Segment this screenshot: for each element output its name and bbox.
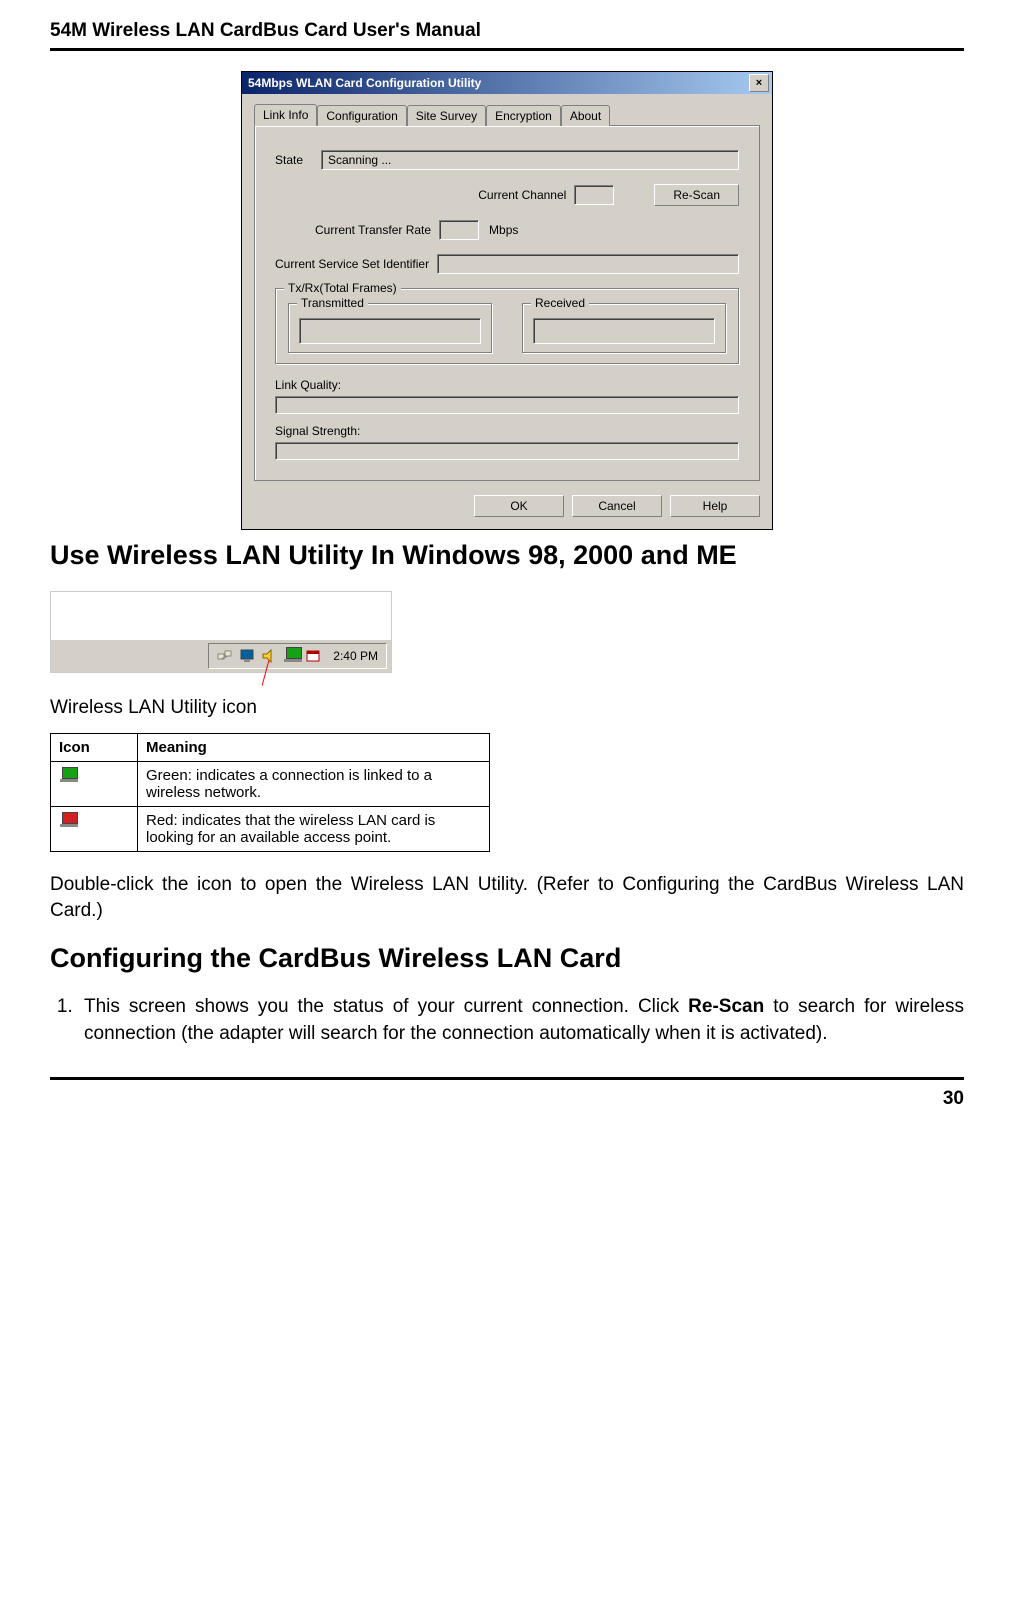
tab-strip: Link Info Configuration Site Survey Encr… xyxy=(254,104,760,126)
signal-strength-label: Signal Strength: xyxy=(275,424,739,438)
transmitted-legend: Transmitted xyxy=(297,296,368,310)
paragraph-doubleclick: Double-click the icon to open the Wirele… xyxy=(50,872,964,923)
table-row: Red: indicates that the wireless LAN car… xyxy=(51,807,490,852)
tab-configuration[interactable]: Configuration xyxy=(317,105,406,126)
table-row: Green: indicates a connection is linked … xyxy=(51,762,490,807)
icon-meaning-table: Icon Meaning Green: indicates a connecti… xyxy=(50,733,490,852)
systray-screenshot: 2:40 PM xyxy=(50,591,392,673)
txrx-group: Tx/Rx(Total Frames) Transmitted Received xyxy=(275,288,739,364)
config-utility-dialog: 54Mbps WLAN Card Configuration Utility ×… xyxy=(241,71,773,530)
txrx-legend: Tx/Rx(Total Frames) xyxy=(284,281,401,295)
section-heading-configuring: Configuring the CardBus Wireless LAN Car… xyxy=(50,943,964,974)
help-button[interactable]: Help xyxy=(670,495,760,517)
tab-encryption[interactable]: Encryption xyxy=(486,105,561,126)
page-header-title: 54M Wireless LAN CardBus Card User's Man… xyxy=(50,20,481,41)
wlan-utility-tray-icon[interactable] xyxy=(283,648,299,664)
tab-link-info[interactable]: Link Info xyxy=(254,104,317,126)
green-meaning: Green: indicates a connection is linked … xyxy=(138,762,490,807)
wlan-green-icon xyxy=(59,767,81,785)
transfer-rate-unit: Mbps xyxy=(489,223,518,237)
ok-button[interactable]: OK xyxy=(474,495,564,517)
current-channel-label: Current Channel xyxy=(478,188,566,202)
transfer-rate-label: Current Transfer Rate xyxy=(315,223,431,237)
red-icon-cell xyxy=(51,807,138,852)
dialog-title: 54Mbps WLAN Card Configuration Utility xyxy=(245,76,749,90)
link-quality-label: Link Quality: xyxy=(275,378,739,392)
received-field xyxy=(533,318,715,344)
received-legend: Received xyxy=(531,296,589,310)
transmitted-field xyxy=(299,318,481,344)
transmitted-group: Transmitted xyxy=(288,303,492,353)
step1-bold: Re-Scan xyxy=(688,996,764,1017)
system-tray: 2:40 PM xyxy=(208,643,387,669)
col-header-icon: Icon xyxy=(51,734,138,762)
tab-content: State Scanning ... Current Channel Re-Sc… xyxy=(254,125,760,481)
transfer-rate-field xyxy=(439,220,479,240)
display-icon xyxy=(239,648,255,664)
state-label: State xyxy=(275,153,321,167)
icon-caption: Wireless LAN Utility icon xyxy=(50,697,964,719)
link-quality-bar xyxy=(275,396,739,414)
section-heading-use-utility: Use Wireless LAN Utility In Windows 98, … xyxy=(50,540,964,571)
scheduler-icon xyxy=(305,648,321,664)
tab-site-survey[interactable]: Site Survey xyxy=(407,105,486,126)
tab-about[interactable]: About xyxy=(561,105,610,126)
state-field: Scanning ... xyxy=(321,150,739,170)
received-group: Received xyxy=(522,303,726,353)
cancel-button[interactable]: Cancel xyxy=(572,495,662,517)
volume-icon xyxy=(261,648,277,664)
step1-pre: This screen shows you the status of your… xyxy=(84,996,688,1017)
col-header-meaning: Meaning xyxy=(138,734,490,762)
list-item: This screen shows you the status of your… xyxy=(78,994,964,1047)
ssid-field xyxy=(437,254,739,274)
rescan-button[interactable]: Re-Scan xyxy=(654,184,739,206)
page-number: 30 xyxy=(943,1088,964,1109)
signal-strength-bar xyxy=(275,442,739,460)
wlan-red-icon xyxy=(59,812,81,830)
ssid-label: Current Service Set Identifier xyxy=(275,257,429,271)
red-meaning: Red: indicates that the wireless LAN car… xyxy=(138,807,490,852)
current-channel-field xyxy=(574,185,614,205)
network-neighborhood-icon xyxy=(217,648,233,664)
dialog-titlebar: 54Mbps WLAN Card Configuration Utility × xyxy=(242,72,772,94)
tray-clock: 2:40 PM xyxy=(333,649,378,663)
green-icon-cell xyxy=(51,762,138,807)
close-icon[interactable]: × xyxy=(749,74,769,92)
